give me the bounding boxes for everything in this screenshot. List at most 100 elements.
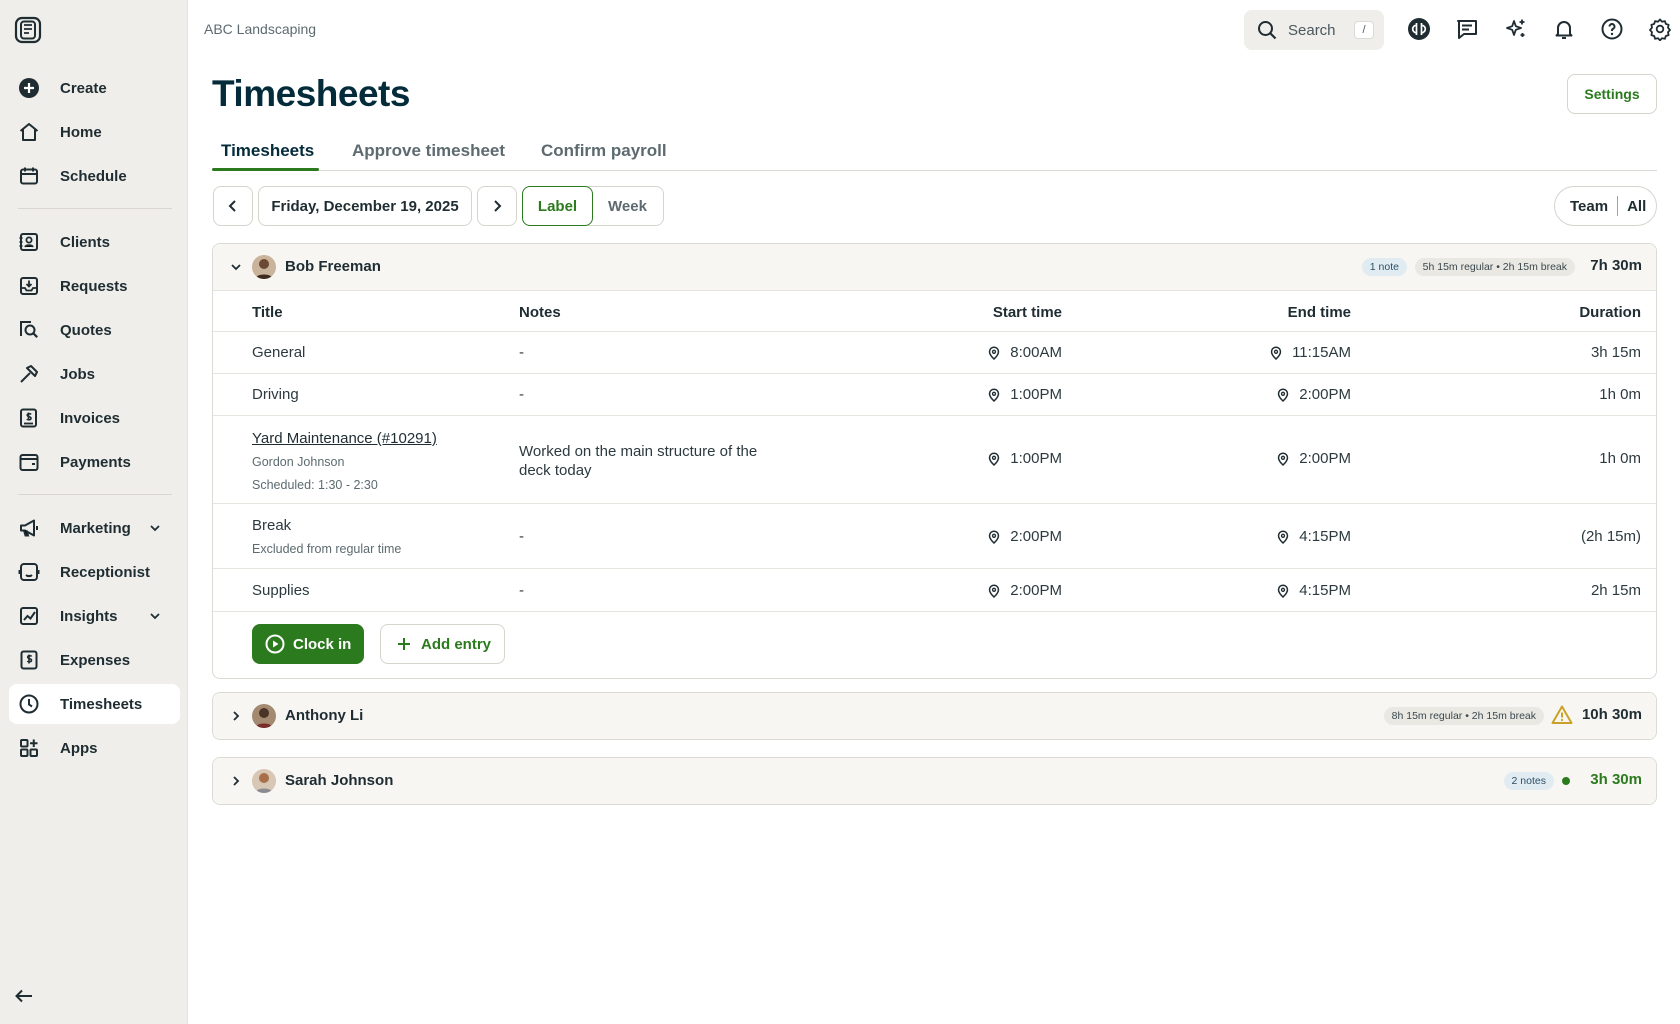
entry-subtitle: Excluded from regular time: [252, 542, 402, 556]
previous-day-button[interactable]: [213, 186, 253, 226]
sidebar-item-expenses[interactable]: Expenses: [9, 640, 180, 680]
quotes-icon: [17, 318, 41, 342]
location-pin-icon: [1270, 345, 1282, 360]
employee-card-header[interactable]: Anthony Li 8h 15m regular • 2h 15m break…: [213, 693, 1656, 739]
sidebar-item-create[interactable]: Create: [9, 68, 180, 108]
entry-notes: -: [519, 386, 524, 403]
sidebar-item-label: Marketing: [60, 519, 131, 537]
sidebar-item-clients[interactable]: Clients: [9, 222, 180, 262]
sidebar-item-schedule[interactable]: Schedule: [9, 156, 180, 196]
settings-button[interactable]: Settings: [1567, 74, 1657, 114]
start-time-value: 2:00PM: [1010, 582, 1062, 599]
clock-icon: [17, 692, 41, 716]
table-row[interactable]: Yard Maintenance (#10291) Gordon Johnson…: [213, 416, 1656, 504]
next-day-button[interactable]: [477, 186, 517, 226]
location-pin-icon: [1278, 529, 1289, 544]
warning-icon[interactable]: [1551, 704, 1573, 726]
tab-timesheets[interactable]: Timesheets: [221, 141, 314, 161]
sidebar-item-apps[interactable]: Apps: [9, 728, 180, 768]
entry-title: Driving: [252, 386, 299, 403]
employee-card-header[interactable]: Sarah Johnson 2 notes 3h 30m: [213, 758, 1656, 804]
chevron-right-icon[interactable]: [229, 774, 243, 788]
column-header-title: Title: [252, 304, 283, 321]
entry-end-time: 4:15PM: [1276, 528, 1351, 545]
start-time-value: 1:00PM: [1010, 386, 1062, 403]
sparkle-ai-icon[interactable]: [1503, 16, 1529, 42]
start-time-value: 8:00AM: [1010, 344, 1062, 361]
sidebar-item-label: Insights: [60, 607, 118, 625]
search-icon: [1256, 19, 1278, 41]
notes-badge[interactable]: 2 notes: [1503, 772, 1554, 790]
payments-icon: [17, 450, 41, 474]
help-icon[interactable]: [1599, 16, 1625, 42]
hours-summary-badge: 8h 15m regular • 2h 15m break: [1383, 707, 1544, 725]
sidebar-item-timesheets[interactable]: Timesheets: [9, 684, 180, 724]
entry-notes: -: [519, 528, 524, 545]
filter-team[interactable]: Team: [1570, 198, 1608, 215]
settings-gear-icon[interactable]: [1647, 16, 1673, 42]
play-circle-icon: [265, 634, 285, 654]
avatar: [252, 255, 276, 279]
quickbooks-icon[interactable]: [1406, 16, 1432, 42]
filter-all[interactable]: All: [1627, 198, 1646, 215]
entry-end-time: 4:15PM: [1276, 582, 1351, 599]
location-pin-icon: [1278, 387, 1289, 402]
entry-end-time: 11:15AM: [1269, 344, 1351, 361]
sidebar-item-home[interactable]: Home: [9, 112, 180, 152]
notes-badge[interactable]: 1 note: [1361, 258, 1407, 276]
chevron-down-icon[interactable]: [229, 260, 243, 274]
sidebar-item-label: Quotes: [60, 321, 112, 339]
location-pin-icon: [989, 583, 1000, 598]
sidebar-item-marketing[interactable]: Marketing: [9, 508, 180, 548]
chevron-down-icon[interactable]: [148, 521, 162, 535]
avatar: [252, 704, 276, 728]
sidebar-item-payments[interactable]: Payments: [9, 442, 180, 482]
date-picker-button[interactable]: Friday, December 19, 2025: [258, 186, 472, 226]
sidebar-item-receptionist[interactable]: Receptionist: [9, 552, 180, 592]
column-header-end-time: End time: [1287, 304, 1351, 321]
notifications-bell-icon[interactable]: [1551, 16, 1577, 42]
column-header-start-time: Start time: [992, 304, 1062, 321]
sidebar-item-label: Jobs: [60, 365, 96, 383]
total-hours: 10h 30m: [1581, 706, 1642, 723]
hammer-icon: [17, 362, 41, 386]
messages-icon[interactable]: [1454, 16, 1480, 42]
entry-start-time: 2:00PM: [987, 582, 1062, 599]
table-row[interactable]: Supplies - 2:00PM 4:15PM 2h 15m: [213, 569, 1656, 612]
clients-icon: [17, 230, 41, 254]
sidebar-item-label: Requests: [60, 277, 128, 295]
filter-separator: [1617, 196, 1619, 216]
job-link[interactable]: Yard Maintenance (#10291): [252, 430, 437, 447]
add-entry-label: Add entry: [421, 635, 492, 653]
sidebar-item-invoices[interactable]: Invoices: [9, 398, 180, 438]
location-pin-icon: [989, 529, 1000, 544]
sidebar-item-label: Apps: [60, 739, 98, 757]
sidebar-item-jobs[interactable]: Jobs: [9, 354, 180, 394]
table-row[interactable]: Driving - 1:00PM 2:00PM 1h 0m: [213, 374, 1656, 416]
sidebar-item-quotes[interactable]: Quotes: [9, 310, 180, 350]
view-week-toggle[interactable]: Week: [588, 186, 664, 226]
chevron-down-icon[interactable]: [148, 609, 162, 623]
tab-approve-timesheet[interactable]: Approve timesheet: [352, 141, 505, 161]
entry-duration: 1h 0m: [1599, 450, 1641, 467]
employee-card-header[interactable]: Bob Freeman 1 note 5h 15m regular • 2h 1…: [213, 244, 1656, 290]
entry-start-time: 2:00PM: [987, 528, 1062, 545]
table-row[interactable]: General - 8:00AM 11:15AM 3h 15m: [213, 332, 1656, 374]
employee-name: Sarah Johnson: [285, 772, 394, 789]
entry-duration: (2h 15m): [1580, 528, 1641, 545]
app-logo-icon[interactable]: [14, 16, 42, 44]
view-label-toggle[interactable]: Label: [522, 186, 593, 226]
sidebar-item-label: Timesheets: [60, 695, 143, 713]
entry-start-time: 1:00PM: [987, 450, 1062, 467]
clock-in-button[interactable]: Clock in: [252, 624, 364, 664]
add-entry-button[interactable]: Add entry: [380, 624, 505, 664]
search-input[interactable]: Search /: [1244, 10, 1384, 50]
sidebar-item-requests[interactable]: Requests: [9, 266, 180, 306]
table-row[interactable]: Break Excluded from regular time - 2:00P…: [213, 504, 1656, 569]
collapse-sidebar-icon[interactable]: [12, 984, 36, 1008]
home-icon: [17, 120, 41, 144]
tab-confirm-payroll[interactable]: Confirm payroll: [541, 141, 667, 161]
sidebar-item-insights[interactable]: Insights: [9, 596, 180, 636]
location-pin-icon: [989, 451, 1000, 466]
chevron-right-icon[interactable]: [229, 709, 243, 723]
